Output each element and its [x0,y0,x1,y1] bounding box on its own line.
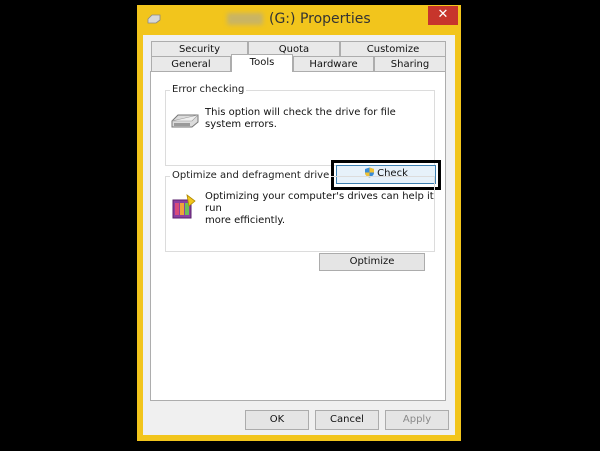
drive-icon [171,114,199,128]
tab-sharing[interactable]: Sharing [374,56,446,71]
dialog-client-area: Security Quota Customize General Tools H… [143,35,455,435]
error-checking-description: This option will check the drive for fil… [205,107,396,130]
optimize-label: Optimize and defragment drive [170,170,332,181]
close-icon: ✕ [437,7,449,22]
tab-customize[interactable]: Customize [340,41,446,56]
close-button[interactable]: ✕ [428,6,458,25]
optimize-button[interactable]: Optimize [319,253,425,271]
error-checking-group: Error checking This option will check th… [165,84,435,166]
defrag-icon [172,194,196,219]
drive-app-icon [147,14,161,24]
ok-button[interactable]: OK [245,410,309,430]
optimize-description: Optimizing your computer's drives can he… [205,191,434,226]
redacted-drive-name [227,13,263,25]
title-bar[interactable]: (G:) Properties ✕ [137,5,461,35]
tab-tools[interactable]: Tools [231,54,293,72]
properties-window: (G:) Properties ✕ Security Quota Customi… [137,5,461,441]
optimize-group: Optimize and defragment drive Optimizing… [165,170,435,252]
error-checking-label: Error checking [170,84,247,95]
tab-general[interactable]: General [151,56,231,71]
apply-button[interactable]: Apply [385,410,449,430]
cancel-button[interactable]: Cancel [315,410,379,430]
window-title: (G:) Properties [227,11,371,27]
tab-hardware[interactable]: Hardware [293,56,374,71]
tools-panel: Error checking This option will check th… [150,71,446,401]
